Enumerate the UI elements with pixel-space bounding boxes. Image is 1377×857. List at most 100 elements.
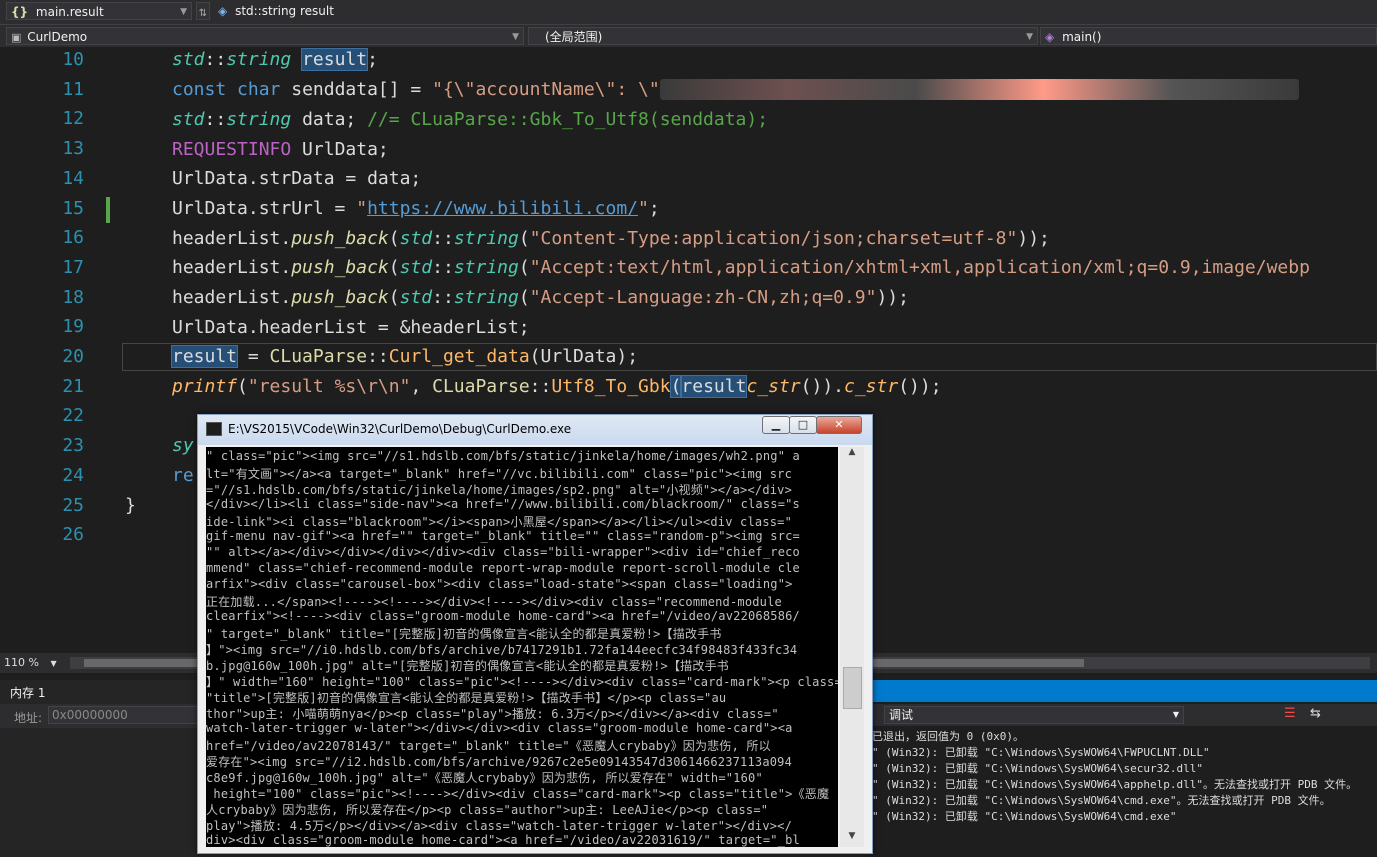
console-line: mmend" class="chief-recommend-module rep…	[206, 561, 800, 575]
redacted-text: xxxxxxxxxxxxxxxxxxxxxxxxxxxxxxxxxxxxxxxx…	[659, 79, 1300, 100]
clear-all-icon[interactable]: ☰	[1284, 706, 1296, 721]
project-icon: ▣	[11, 31, 22, 44]
file-member-combo[interactable]: {} main.result ▼	[6, 2, 192, 20]
function-combo-label: main()	[1062, 30, 1102, 44]
field-icon: ◈	[218, 4, 228, 18]
code-line-21: printf("result %s\r\n", CLuaParse::Utf8_…	[172, 375, 942, 398]
file-combo-label: main.result	[35, 5, 104, 19]
chevron-down-icon: ▼	[1172, 710, 1179, 719]
line-number: 17	[62, 256, 84, 278]
output-source-label: 调试	[889, 708, 914, 722]
maximize-button[interactable]: □	[789, 416, 817, 434]
console-title: E:\VS2015\VCode\Win32\CurlDemo\Debug\Cur…	[228, 422, 572, 436]
zoom-combo[interactable]: 110 % ▼	[4, 655, 64, 671]
address-input[interactable]: 0x00000000	[48, 706, 198, 724]
console-line: 】"><img src="//i0.hdslb.com/bfs/archive/…	[206, 643, 798, 657]
chevron-down-icon: ▼	[50, 659, 57, 668]
close-button[interactable]: ✕	[816, 416, 862, 434]
chevron-down-icon: ▼	[512, 32, 519, 42]
code-line-19: UrlData.headerList = &headerList;	[172, 317, 530, 338]
line-number: 16	[62, 227, 84, 249]
change-marker	[106, 197, 110, 223]
line-number: 25	[62, 494, 84, 516]
console-line: clearfix"><!----><div class="groom-modul…	[206, 609, 800, 623]
word-wrap-icon[interactable]: ⇆	[1310, 706, 1321, 721]
address-label: 地址:	[14, 711, 43, 725]
console-line: c8e9f.jpg@160w_100h.jpg" alt="《恶魔人crybab…	[206, 771, 763, 785]
code-line-15: UrlData.strUrl = "https://www.bilibili.c…	[172, 198, 660, 219]
project-combo-label: CurlDemo	[27, 30, 88, 44]
line-number: 23	[62, 435, 84, 457]
line-number: 12	[62, 108, 84, 130]
console-window[interactable]: E:\VS2015\VCode\Win32\CurlDemo\Debug\Cur…	[197, 414, 873, 854]
code-line-13: REQUESTINFO UrlData;	[172, 139, 389, 160]
code-line-18: headerList.push_back(std::string("Accept…	[172, 287, 909, 308]
line-number: 18	[62, 286, 84, 308]
sync-button[interactable]: ⇅	[196, 2, 210, 20]
code-line-17: headerList.push_back(std::string("Accept…	[172, 257, 1310, 278]
line-number: 22	[62, 405, 84, 427]
line-number-gutter: 10 11 12 13 14 15 16 17 18 19 20 21 22 23 24 25 26	[0, 47, 110, 653]
console-line: div><div class="groom-module home-card">…	[206, 833, 800, 847]
code-line-23: sy	[172, 435, 194, 456]
output-toolbar: 调试 ▼ ☰ ⇆	[870, 704, 1377, 726]
code-line-24: re	[172, 465, 194, 486]
output-panel: 调试 ▼ ☰ ⇆ 已退出，返回值为 0 (0x0)。 " (Win32): 已卸载…	[870, 680, 1377, 857]
output-title-bar	[870, 680, 1377, 702]
code-line-25: }	[125, 495, 136, 516]
console-line: " class="pic"><img src="//s1.hdslb.com/b…	[206, 449, 800, 463]
code-line-16: headerList.push_back(std::string("Conten…	[172, 228, 1050, 249]
output-line: " (Win32): 已卸载 "C:\Windows\SysWOW64\FWPU…	[872, 746, 1210, 759]
console-line: 正在加载...</span><!----><!----></div><!----…	[206, 595, 782, 609]
line-number: 14	[62, 167, 84, 189]
console-output: " class="pic"><img src="//s1.hdslb.com/b…	[206, 447, 838, 847]
scope-combo[interactable]: (全局范围) ▼	[528, 27, 1038, 45]
output-line: " (Win32): 已加载 "C:\Windows\SysWOW64\apph…	[872, 778, 1358, 791]
close-icon: ✕	[834, 418, 844, 431]
console-title-bar[interactable]: E:\VS2015\VCode\Win32\CurlDemo\Debug\Cur…	[198, 415, 872, 445]
line-number: 24	[62, 464, 84, 486]
function-icon: ◈	[1045, 30, 1055, 44]
output-line: 已退出，返回值为 0 (0x0)。	[872, 730, 1024, 743]
minimize-button[interactable]: ▁	[762, 416, 790, 434]
line-number: 13	[62, 138, 84, 160]
console-line: arfix"><div class="carousel-box"><div cl…	[206, 577, 793, 591]
scroll-up-arrow[interactable]: ▲	[840, 447, 864, 463]
scope-combo-label: (全局范围)	[545, 30, 603, 44]
member-combo-label: std::string result	[235, 4, 334, 18]
console-line: 人crybaby》因为悲伤, 所以爱存在</p><p class="author…	[206, 803, 769, 817]
project-combo[interactable]: ▣ CurlDemo ▼	[6, 27, 524, 45]
output-text: 已退出，返回值为 0 (0x0)。 " (Win32): 已卸载 "C:\Wind…	[872, 728, 1372, 848]
output-source-combo[interactable]: 调试 ▼	[884, 706, 1184, 724]
line-number: 26	[62, 524, 84, 546]
line-number: 19	[62, 316, 84, 338]
console-line: ide-link"><i class="blackroom"></i><span…	[206, 515, 793, 529]
console-line: watch-later-trigger w-later"></div></div…	[206, 721, 793, 735]
console-line: gif-menu nav-gif"><a href="" target="_bl…	[206, 529, 800, 543]
memory-panel-title: 内存 1	[10, 686, 46, 700]
line-number: 15	[62, 197, 84, 219]
console-line: 】" width="160" height="100" class="pic">…	[206, 675, 838, 689]
code-line-10: std::string result;	[172, 48, 378, 71]
code-line-20: result = CLuaParse::Curl_get_data(UrlDat…	[170, 345, 639, 368]
navigation-bar-scope: ▣ CurlDemo ▼ (全局范围) ▼ ◈ main()	[0, 25, 1377, 48]
code-line-12: std::string data; //= CLuaParse::Gbk_To_…	[172, 109, 769, 130]
console-line: 爱存在"><img src="//i2.hdslb.com/bfs/archiv…	[206, 755, 793, 769]
navigation-bar-top: {} main.result ▼ ⇅ ◈ std::string result	[0, 0, 1377, 25]
console-line: play">播放: 4.5万</p></div></a><div class="…	[206, 819, 793, 833]
console-line: lt="有文画"></a><a target="_blank" href="//…	[206, 467, 793, 481]
sync-icon: ⇅	[198, 8, 208, 19]
line-number: 10	[62, 49, 84, 70]
line-number: 11	[62, 78, 84, 100]
console-app-icon	[206, 422, 222, 436]
console-line: b.jpg@160w_100h.jpg" alt="[完整版]初音的偶像宣言<能…	[206, 659, 729, 673]
console-line: " target="_blank" title="[完整版]初音的偶像宣言<能认…	[206, 627, 722, 641]
console-scrollbar[interactable]: ▲ ▼	[840, 447, 864, 847]
member-combo[interactable]: ◈ std::string result	[214, 2, 1377, 20]
output-line: " (Win32): 已卸载 "C:\Windows\SysWOW64\cmd.…	[872, 810, 1177, 823]
scroll-down-arrow[interactable]: ▼	[840, 831, 864, 847]
function-combo[interactable]: ◈ main()	[1040, 27, 1377, 45]
url-link[interactable]: https://www.bilibili.com/	[367, 198, 638, 219]
line-number: 20	[62, 346, 84, 367]
scrollbar-thumb[interactable]	[843, 667, 862, 709]
